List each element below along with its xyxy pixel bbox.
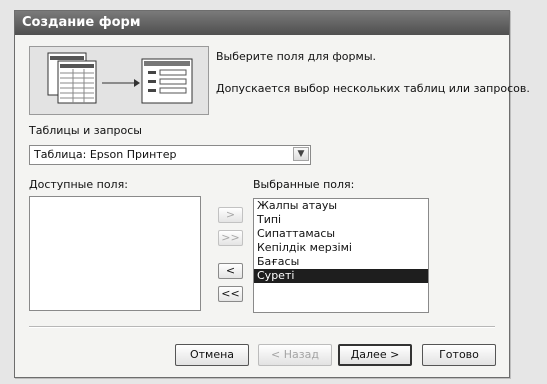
source-label: Таблицы и запросы — [29, 124, 142, 137]
available-fields-label: Доступные поля: — [29, 178, 128, 191]
next-button[interactable]: Далее > — [338, 344, 412, 366]
back-button[interactable]: < Назад — [258, 344, 332, 366]
wizard-illustration — [29, 46, 209, 115]
chevron-down-icon[interactable]: ▼ — [293, 147, 309, 161]
cancel-button[interactable]: Отмена — [175, 344, 249, 366]
tables-to-form-icon — [47, 52, 193, 104]
create-form-wizard: Создание форм Выберите поля для формы. Д… — [14, 10, 530, 378]
remove-field-button[interactable]: < — [218, 263, 243, 279]
wizard-hint: Допускается выбор нескольких таблиц или … — [216, 82, 530, 95]
list-item[interactable]: Сипаттамасы — [254, 227, 428, 241]
list-item[interactable]: Жалпы атауы — [254, 199, 428, 213]
remove-all-fields-button[interactable]: << — [218, 286, 243, 302]
footer-separator — [29, 326, 495, 328]
selected-fields-list[interactable]: Жалпы атауы Типі Сипаттамасы Кепілдік ме… — [253, 198, 429, 313]
wizard-instruction: Выберите поля для формы. — [216, 50, 376, 63]
add-all-fields-button[interactable]: >> — [218, 230, 243, 246]
list-item-selected[interactable]: Суреті — [254, 269, 428, 283]
list-item[interactable]: Бағасы — [254, 255, 428, 269]
available-fields-list[interactable] — [29, 196, 201, 311]
add-field-button[interactable]: > — [218, 207, 243, 223]
finish-button[interactable]: Готово — [422, 344, 496, 366]
source-combobox[interactable]: Таблица: Epson Принтер ▼ — [29, 145, 311, 165]
window-title: Создание форм — [15, 11, 509, 35]
source-selected-value: Таблица: Epson Принтер — [34, 148, 177, 161]
list-item[interactable]: Кепілдік мерзімі — [254, 241, 428, 255]
selected-fields-label: Выбранные поля: — [253, 178, 355, 191]
list-item[interactable]: Типі — [254, 213, 428, 227]
